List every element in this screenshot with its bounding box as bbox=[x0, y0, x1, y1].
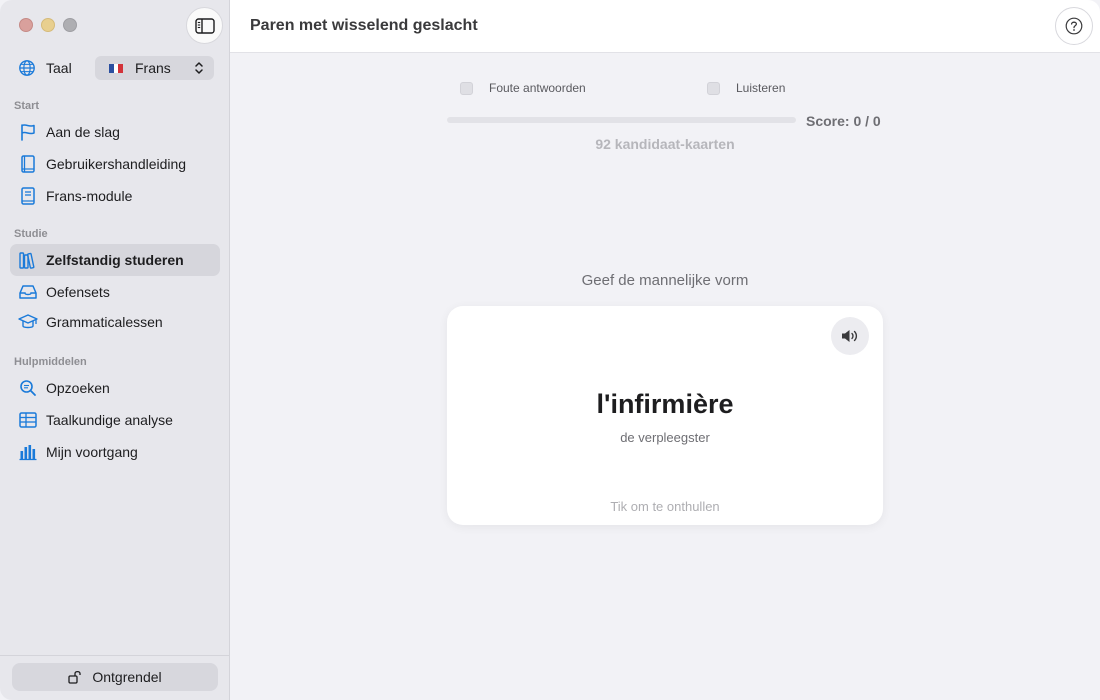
main-content: Paren met wisselend geslacht Foute antwo… bbox=[230, 0, 1100, 700]
sidebar-item-label: Aan de slag bbox=[46, 124, 120, 140]
question-mark-icon bbox=[1065, 17, 1083, 35]
flag-icon bbox=[21, 124, 35, 141]
unlock-label: Ontgrendel bbox=[92, 669, 162, 685]
help-button[interactable] bbox=[1055, 7, 1093, 45]
zoom-window-button[interactable] bbox=[63, 18, 77, 32]
window-controls bbox=[19, 18, 77, 32]
sidebar-item-aan-de-slag[interactable]: Aan de slag bbox=[10, 116, 220, 148]
header: Paren met wisselend geslacht bbox=[230, 0, 1100, 53]
flashcard[interactable]: l'infirmière de verpleegster Tik om te o… bbox=[447, 306, 883, 525]
sidebar-item-label: Gebruikershandleiding bbox=[46, 156, 187, 172]
sidebar-item-mijn-voortgang[interactable]: Mijn voortgang bbox=[10, 436, 220, 468]
wrong-answers-checkbox[interactable] bbox=[460, 81, 473, 95]
wrong-answers-label: Foute antwoorden bbox=[489, 81, 586, 95]
section-title-studie: Studie bbox=[14, 228, 48, 240]
sidebar-item-opzoeken[interactable]: Opzoeken bbox=[10, 372, 220, 404]
globe-icon bbox=[19, 60, 35, 76]
wrong-answers-option[interactable]: Foute antwoorden bbox=[460, 81, 586, 95]
section-title-start: Start bbox=[14, 100, 40, 112]
sidebar-item-gebruikershandleiding[interactable]: Gebruikershandleiding bbox=[10, 148, 220, 180]
listening-option[interactable]: Luisteren bbox=[707, 81, 785, 95]
table-icon bbox=[19, 412, 37, 428]
sidebar-footer: Ontgrendel bbox=[0, 655, 229, 700]
listening-checkbox[interactable] bbox=[707, 81, 720, 95]
language-select-value: Frans bbox=[135, 60, 171, 76]
bar-chart-icon bbox=[19, 445, 37, 461]
sidebar-item-label: Taalkundige analyse bbox=[46, 412, 173, 428]
flashcard-translation: de verpleegster bbox=[620, 430, 710, 445]
speaker-icon bbox=[842, 330, 858, 342]
progress-bar bbox=[447, 117, 796, 123]
sidebar-item-label: Frans-module bbox=[46, 188, 133, 204]
tray-icon bbox=[19, 285, 37, 299]
minimize-window-button[interactable] bbox=[41, 18, 55, 32]
sidebar-item-oefensets[interactable]: Oefensets bbox=[10, 276, 220, 308]
chevron-up-down-icon bbox=[195, 62, 203, 74]
language-row: Taal Frans bbox=[18, 56, 214, 80]
flashcard-word: l'infirmière bbox=[596, 389, 734, 419]
sidebar-item-label: Grammaticalessen bbox=[46, 314, 163, 330]
listening-label: Luisteren bbox=[736, 81, 786, 95]
search-icon bbox=[20, 380, 36, 396]
language-label: Taal bbox=[46, 60, 72, 76]
unlock-button[interactable]: Ontgrendel bbox=[12, 663, 218, 691]
sidebar-item-label: Zelfstandig studeren bbox=[46, 252, 184, 268]
language-select[interactable]: Frans bbox=[95, 56, 214, 80]
section-title-hulpmiddelen: Hulpmiddelen bbox=[14, 356, 87, 368]
sidebar-toggle-icon bbox=[194, 17, 215, 34]
sidebar-item-taalkundige-analyse[interactable]: Taalkundige analyse bbox=[10, 404, 220, 436]
reveal-hint: Tik om te onthullen bbox=[610, 499, 720, 514]
candidates-count: 92 kandidaat-kaarten bbox=[595, 136, 735, 152]
question-prompt: Geef de mannelijke vorm bbox=[581, 272, 749, 289]
sidebar: Taal Frans Start Aan de slag Gebruikersh… bbox=[0, 0, 230, 700]
module-book-icon bbox=[21, 187, 35, 205]
page-title: Paren met wisselend geslacht bbox=[250, 17, 478, 34]
sidebar-item-grammaticalessen[interactable]: Grammaticalessen bbox=[10, 306, 220, 338]
sidebar-item-zelfstandig-studeren[interactable]: Zelfstandig studeren bbox=[10, 244, 220, 276]
french-flag-icon bbox=[109, 63, 124, 73]
sidebar-item-label: Mijn voortgang bbox=[46, 444, 138, 460]
graduation-cap-icon bbox=[18, 314, 38, 329]
sidebar-item-label: Opzoeken bbox=[46, 380, 110, 396]
close-window-button[interactable] bbox=[19, 18, 33, 32]
unlock-icon bbox=[68, 670, 82, 684]
books-icon bbox=[19, 252, 35, 269]
speaker-button[interactable] bbox=[831, 317, 869, 355]
app-window: Taal Frans Start Aan de slag Gebruikersh… bbox=[0, 0, 1100, 700]
book-icon bbox=[21, 155, 35, 173]
sidebar-item-label: Oefensets bbox=[46, 284, 110, 300]
sidebar-toggle-button[interactable] bbox=[186, 7, 223, 44]
sidebar-item-frans-module[interactable]: Frans-module bbox=[10, 180, 220, 212]
score-label: Score: 0 / 0 bbox=[806, 113, 881, 129]
